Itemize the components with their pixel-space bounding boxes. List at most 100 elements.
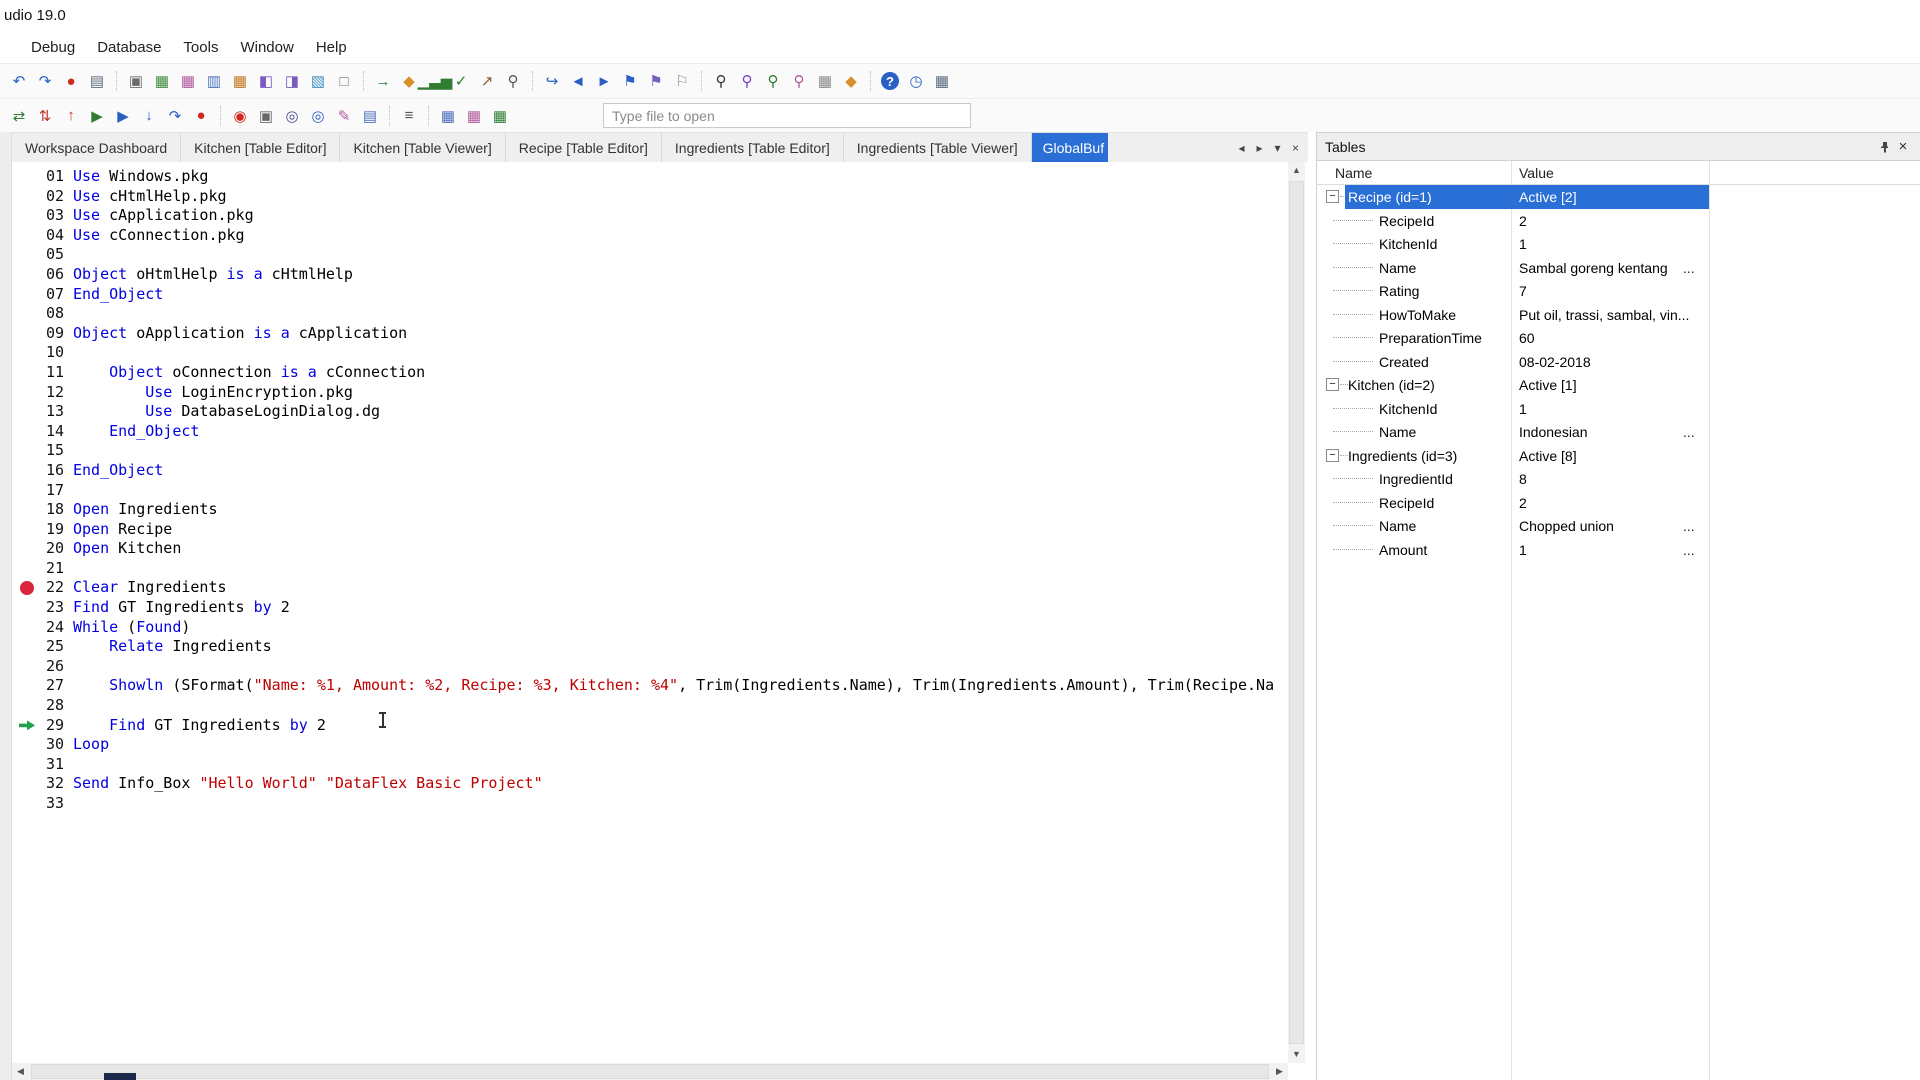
table-row[interactable]: RecipeId2 xyxy=(1317,209,1920,233)
build-icon[interactable]: ↑ xyxy=(59,104,83,128)
breakpoint-gutter-cell[interactable] xyxy=(12,696,42,716)
menu-item-tools[interactable]: Tools xyxy=(172,34,229,61)
tab-list-icon[interactable]: ▾ xyxy=(1270,141,1285,155)
find-next-icon[interactable]: ⚲ xyxy=(761,69,785,93)
scroll-left-icon[interactable]: ◀ xyxy=(12,1063,29,1080)
value-ellipsis[interactable]: ... xyxy=(1683,518,1695,534)
table-row[interactable]: IngredientId8 xyxy=(1317,467,1920,491)
breakpoint-gutter-cell[interactable] xyxy=(12,500,42,520)
watches-icon[interactable]: ◎ xyxy=(280,104,304,128)
menu-item-window[interactable]: Window xyxy=(229,34,304,61)
stop-debug-icon[interactable]: ● xyxy=(189,104,213,128)
menu-item-help[interactable]: Help xyxy=(305,34,358,61)
chart-icon[interactable]: ▁▃▅ xyxy=(423,69,447,93)
value-ellipsis[interactable]: ... xyxy=(1683,424,1695,440)
login-settings-icon[interactable]: ◆ xyxy=(839,69,863,93)
pin-icon[interactable] xyxy=(1876,138,1894,156)
breakpoint-gutter-cell[interactable] xyxy=(12,343,42,363)
tab-workspace-dashboard[interactable]: Workspace Dashboard xyxy=(12,133,181,162)
breakpoint-gutter-cell[interactable] xyxy=(12,461,42,481)
debug-run-icon[interactable]: ▶ xyxy=(111,104,135,128)
table-row[interactable]: HowToMakePut oil, trassi, sambal, vin... xyxy=(1317,303,1920,327)
tree-collapse-toggle[interactable]: − xyxy=(1326,378,1339,391)
tab-kitchen-table-editor[interactable]: Kitchen [Table Editor] xyxy=(181,133,340,162)
value-ellipsis[interactable]: ... xyxy=(1683,260,1695,276)
code-editor[interactable]: 01Use Windows.pkg02Use cHtmlHelp.pkg03Us… xyxy=(12,162,1288,1063)
find-in-project-icon[interactable]: ⚲ xyxy=(787,69,811,93)
breakpoints-window-icon[interactable]: ▣ xyxy=(254,104,278,128)
locals-icon[interactable]: ◎ xyxy=(306,104,330,128)
scroll-right-icon[interactable]: ▶ xyxy=(1271,1063,1288,1080)
horizontal-scrollbar-thumb[interactable] xyxy=(31,1064,1269,1079)
clear-bookmarks-icon[interactable]: ⚐ xyxy=(670,69,694,93)
import-icon[interactable]: → xyxy=(371,69,395,93)
table-row[interactable]: RecipeId2 xyxy=(1317,491,1920,515)
file-open-input[interactable] xyxy=(603,103,971,128)
window-layout-icon[interactable]: ▦ xyxy=(813,69,837,93)
breakpoint-gutter-cell[interactable] xyxy=(12,324,42,344)
horizontal-scrollbar[interactable]: ◀ ▶ xyxy=(12,1063,1288,1080)
breakpoint-gutter-cell[interactable] xyxy=(12,285,42,305)
tab-scroll-right-icon[interactable]: ▸ xyxy=(1252,141,1267,155)
tab-ingredients-table-viewer[interactable]: Ingredients [Table Viewer] xyxy=(844,133,1032,162)
breakpoint-gutter-cell[interactable] xyxy=(12,676,42,696)
breakpoint-gutter-cell[interactable] xyxy=(12,637,42,657)
breakpoint-gutter-cell[interactable] xyxy=(12,167,42,187)
tables-icon[interactable]: ▦ xyxy=(930,69,954,93)
table-row[interactable]: Created08-02-2018 xyxy=(1317,350,1920,374)
undo-icon[interactable]: ↶ xyxy=(7,69,31,93)
panel-close-icon[interactable]: × xyxy=(1894,138,1912,156)
autos-icon[interactable]: ▤ xyxy=(358,104,382,128)
call-stack-icon[interactable]: ≡ xyxy=(397,104,421,128)
tab-recipe-table-editor[interactable]: Recipe [Table Editor] xyxy=(506,133,662,162)
scroll-down-icon[interactable]: ▼ xyxy=(1288,1046,1305,1063)
report-icon[interactable]: ▧ xyxy=(306,69,330,93)
breakpoint-gutter-cell[interactable] xyxy=(12,539,42,559)
tab-kitchen-table-viewer[interactable]: Kitchen [Table Viewer] xyxy=(340,133,505,162)
print-icon[interactable]: ▤ xyxy=(85,69,109,93)
breakpoint-gutter-cell[interactable] xyxy=(12,520,42,540)
table-row[interactable]: Amount1... xyxy=(1317,538,1920,562)
tab-ingredients-table-editor[interactable]: Ingredients [Table Editor] xyxy=(662,133,844,162)
new-window-icon[interactable]: □ xyxy=(332,69,356,93)
breakpoint-gutter-cell[interactable] xyxy=(12,265,42,285)
menu-item-debug[interactable]: Debug xyxy=(20,34,86,61)
value-ellipsis[interactable]: ... xyxy=(1683,542,1695,558)
breakpoint-gutter-cell[interactable] xyxy=(12,363,42,383)
step-into-icon[interactable]: ↓ xyxy=(137,104,161,128)
table-row[interactable]: KitchenId1 xyxy=(1317,397,1920,421)
breakpoint-gutter-cell[interactable] xyxy=(12,755,42,775)
dd-modeler-icon[interactable]: ◨ xyxy=(280,69,304,93)
table-row[interactable]: Rating7 xyxy=(1317,279,1920,303)
column-header-name[interactable]: Name xyxy=(1317,165,1511,181)
breakpoint-gutter-cell[interactable] xyxy=(12,794,42,814)
column-header-value[interactable]: Value xyxy=(1511,165,1554,181)
table-row[interactable]: −Recipe (id=1)Active [2] xyxy=(1317,185,1920,209)
goto-line-icon[interactable]: ↪ xyxy=(540,69,564,93)
table-row[interactable]: PreparationTime60 xyxy=(1317,326,1920,350)
checklist-icon[interactable]: ✓ xyxy=(449,69,473,93)
search-forward-icon[interactable]: ► xyxy=(592,69,616,93)
table-row[interactable]: NameIndonesian... xyxy=(1317,420,1920,444)
table-row[interactable]: NameSambal goreng kentang... xyxy=(1317,256,1920,280)
breakpoint-gutter-cell[interactable] xyxy=(12,422,42,442)
tab-globalbuf[interactable]: GlobalBuf xyxy=(1032,133,1108,162)
breakpoint-gutter-cell[interactable] xyxy=(12,481,42,501)
find-icon[interactable]: ⚲ xyxy=(709,69,733,93)
breakpoint-gutter-cell[interactable] xyxy=(12,245,42,265)
grid-icon[interactable]: ▦ xyxy=(228,69,252,93)
scroll-up-icon[interactable]: ▲ xyxy=(1288,162,1305,179)
breakpoint-gutter-cell[interactable] xyxy=(12,657,42,677)
menu-item-database[interactable]: Database xyxy=(86,34,172,61)
data-dictionary-icon[interactable]: ◧ xyxy=(254,69,278,93)
breakpoint-gutter-cell[interactable] xyxy=(12,402,42,422)
table-viewer-icon[interactable]: ▥ xyxy=(202,69,226,93)
breakpoint-gutter-cell[interactable] xyxy=(12,618,42,638)
breakpoint-gutter-cell[interactable] xyxy=(12,578,42,598)
prev-bookmark-icon[interactable]: ⚑ xyxy=(644,69,668,93)
table-row[interactable]: −Ingredients (id=3)Active [8] xyxy=(1317,444,1920,468)
replace-icon[interactable]: ⚲ xyxy=(735,69,759,93)
breakpoint-gutter-cell[interactable] xyxy=(12,559,42,579)
breakpoint-gutter-cell[interactable] xyxy=(12,441,42,461)
table-row[interactable]: −Kitchen (id=2)Active [1] xyxy=(1317,373,1920,397)
